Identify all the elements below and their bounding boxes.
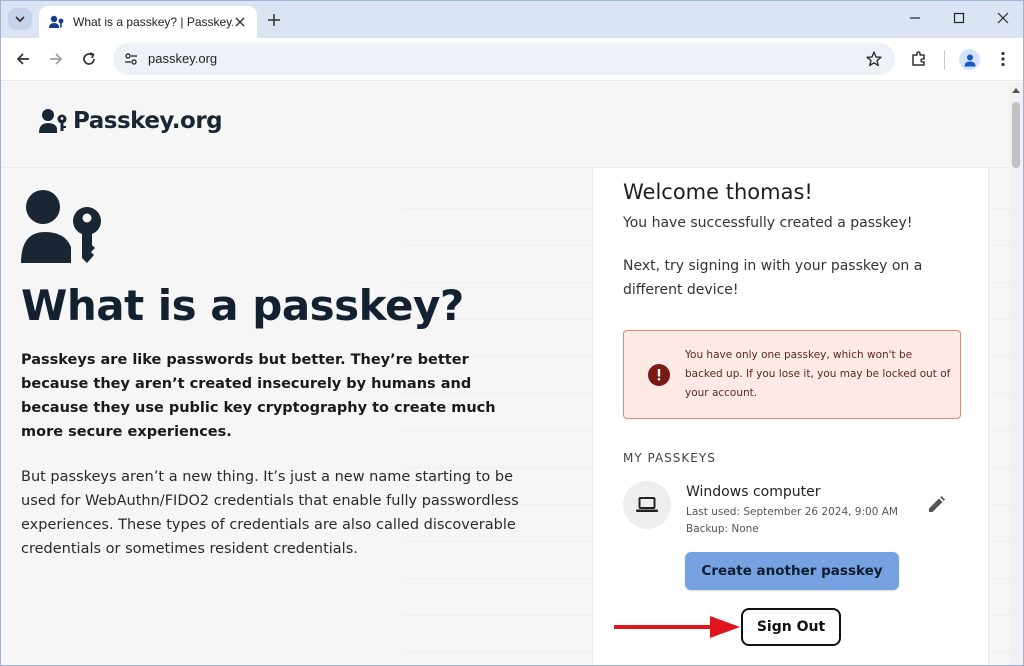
page-content: Passkey.org What is a passkey? Passkeys … <box>1 82 1009 665</box>
exclamation-circle-icon <box>648 364 670 386</box>
passkey-logo-icon <box>39 109 67 133</box>
body-paragraph: But passkeys aren’t a new thing. It’s ju… <box>21 469 519 557</box>
welcome-heading: Welcome thomas! <box>623 180 813 204</box>
menu-button[interactable] <box>993 49 1013 69</box>
kebab-menu-icon <box>1001 51 1005 67</box>
passkey-last-used: Last used: September 26 2024, 9:00 AM <box>686 506 898 518</box>
chevron-down-icon <box>15 16 25 23</box>
extensions-button[interactable] <box>909 49 929 69</box>
tab-search-button[interactable] <box>8 8 32 30</box>
passkey-device-avatar <box>623 481 671 529</box>
sign-out-button[interactable]: Sign Out <box>741 608 841 646</box>
tab-active[interactable]: What is a passkey? | Passkey.org <box>39 6 257 38</box>
next-step-message: Next, try signing in with your passkey o… <box>623 258 923 298</box>
profile-button[interactable] <box>959 49 980 70</box>
maximize-icon <box>953 12 965 24</box>
laptop-icon <box>636 497 658 512</box>
url-text[interactable]: passkey.org <box>148 51 217 66</box>
reload-icon <box>83 52 95 65</box>
toolbar-separator <box>944 50 945 70</box>
pencil-icon[interactable] <box>926 495 946 515</box>
close-window-button[interactable] <box>995 10 1011 26</box>
lead-paragraph: Passkeys are like passwords but better. … <box>21 352 496 440</box>
puzzle-icon <box>912 51 925 66</box>
maximize-button[interactable] <box>951 10 967 26</box>
forward-button[interactable] <box>46 49 66 69</box>
create-another-passkey-button[interactable]: Create another passkey <box>685 552 899 590</box>
star-icon[interactable] <box>865 50 883 68</box>
person-icon <box>964 54 975 66</box>
arrow-right-icon <box>50 53 63 65</box>
plus-icon <box>268 14 280 26</box>
passkey-hero-icon <box>21 190 101 263</box>
page-title: What is a passkey? <box>21 281 464 330</box>
tab-strip: What is a passkey? | Passkey.org <box>1 1 1023 38</box>
annotation-arrow <box>614 616 740 638</box>
site-logo[interactable]: Passkey.org <box>39 108 223 134</box>
site-header: Passkey.org <box>1 82 1009 168</box>
backup-warning-alert: You have only one passkey, which won't b… <box>623 330 961 419</box>
scroll-up-arrow[interactable] <box>1012 88 1020 93</box>
minimize-button[interactable] <box>907 10 923 26</box>
logo-text: Passkey.org <box>73 108 223 134</box>
my-passkeys-heading: MY PASSKEYS <box>623 451 716 465</box>
passkey-favicon-icon <box>49 15 64 28</box>
browser-window: What is a passkey? | Passkey.org <box>0 0 1024 666</box>
scrollbar-thumb[interactable] <box>1012 102 1020 168</box>
new-tab-button[interactable] <box>265 11 283 29</box>
passkey-backup: Backup: None <box>686 523 759 535</box>
success-message: You have successfully created a passkey! <box>623 215 913 231</box>
reload-button[interactable] <box>79 49 99 69</box>
tab-close-button[interactable] <box>233 15 247 29</box>
arrow-left-icon <box>16 53 29 65</box>
page-scrollbar[interactable] <box>1009 82 1023 665</box>
close-icon <box>235 17 245 27</box>
back-button[interactable] <box>13 49 33 69</box>
account-panel: Welcome thomas! You have successfully cr… <box>592 168 989 665</box>
browser-toolbar: passkey.org <box>1 38 1023 81</box>
close-icon <box>997 12 1009 24</box>
tune-icon[interactable] <box>123 51 139 67</box>
warning-text: You have only one passkey, which won't b… <box>685 349 951 399</box>
minimize-icon <box>910 17 920 19</box>
tab-title: What is a passkey? | Passkey.org <box>73 15 233 29</box>
passkey-name: Windows computer <box>686 484 821 500</box>
address-bar[interactable]: passkey.org <box>113 43 895 75</box>
